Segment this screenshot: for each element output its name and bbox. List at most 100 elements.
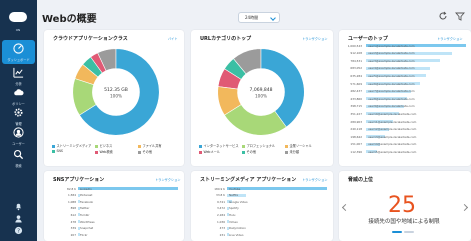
row-label[interactable]: user13@example.zscalerbeta.com (368, 135, 416, 139)
page-title: Webの概要 (42, 14, 97, 25)
row-value: 82.8 K (67, 186, 76, 191)
row-label[interactable]: Dailymotion (229, 226, 246, 230)
card-title: 脅威の上位 (348, 177, 374, 183)
legend-item[interactable]: Web検索 (95, 149, 113, 154)
row-value: 912,108 (350, 51, 362, 56)
row-label[interactable]: Facebook (80, 200, 93, 204)
row-label[interactable]: YouTube (229, 187, 240, 191)
card-streaming-apps: ストリーミングメディア アプリケーション トランザクション 180.9 K You… (191, 171, 333, 241)
row-label[interactable]: Live Video (229, 233, 243, 237)
users-icon (13, 127, 24, 138)
row-value: 612 (70, 212, 76, 217)
row-value: 2,184 (216, 212, 225, 217)
row-label[interactable]: Hulu (229, 213, 235, 217)
url-category-donut-chart: 7,069,848 100% (217, 48, 305, 136)
card-sns-apps: SNSアプリケーション トランザクション 82.8 K LinkedIn 1,584… (44, 171, 184, 241)
legend-item[interactable]: その他 (242, 149, 256, 154)
legend-item[interactable]: インターネットサービス (199, 143, 239, 148)
row-label[interactable]: Vimeo (229, 220, 238, 224)
metric-selector[interactable]: トランザクション (302, 36, 328, 41)
legend-label: Web検索 (99, 150, 113, 154)
row-label[interactable]: user12@example.zscalerbeta.com (368, 127, 416, 131)
legend-swatch (285, 150, 288, 154)
metric-selector[interactable]: バイト (168, 36, 178, 41)
legend-item[interactable]: 未分類 (285, 149, 299, 154)
row-value: 398,715 (350, 104, 362, 109)
row-value: 112,396 (350, 149, 362, 154)
sidebar-item-users[interactable]: ユーザー (2, 124, 35, 148)
row-label[interactable]: user5@example.zscalerbeta.com (368, 74, 415, 78)
row-label[interactable]: user6@example.zscalerbeta.com (368, 82, 415, 86)
row-label[interactable]: Spotify (229, 206, 239, 210)
row-label[interactable]: Snapchat (80, 226, 93, 230)
legend-item[interactable]: 企業ソーシャル (285, 143, 312, 148)
row-bar[interactable] (78, 187, 178, 190)
card-title: ストリーミングメディア アプリケーション (200, 177, 297, 183)
card-title: クラウドアプリケーションクラス (53, 36, 128, 42)
legend-item[interactable]: SNS (52, 149, 63, 153)
sidebar-item-dashboard[interactable]: ダッシュボード (2, 40, 35, 64)
row-label[interactable]: user14@example.zscalerbeta.com (368, 142, 416, 146)
metric-selector[interactable]: トランザクション (155, 177, 181, 182)
row-label[interactable]: Tumblr (80, 213, 89, 217)
dashboard-icon (13, 43, 24, 54)
row-label[interactable]: user10@example.zscalerbeta.com (368, 112, 416, 116)
card-top-users: ユーザーのトップ トランザクション 1,060,543 user1@example… (339, 30, 471, 166)
legend-item[interactable]: プロフェッショナル (242, 143, 275, 148)
card-title: SNSアプリケーション (53, 177, 105, 183)
row-label[interactable]: user7@example.zscalerbeta.com (368, 89, 415, 93)
legend-swatch (138, 150, 141, 154)
logo-label: ON (15, 28, 21, 32)
row-label[interactable]: WordPress (80, 220, 95, 224)
sidebar-item-label: 検索 (15, 164, 22, 168)
row-value: 898 (70, 206, 76, 211)
metric-selector[interactable]: トランザクション (437, 36, 463, 41)
carousel-indicator-active[interactable] (392, 231, 402, 233)
row-label[interactable]: Netflix (229, 193, 238, 197)
legend-item[interactable]: その他 (138, 149, 152, 154)
row-label[interactable]: LinkedIn (80, 187, 92, 191)
metric-selector[interactable]: トランザクション (302, 177, 328, 182)
row-label[interactable]: user1@example.zscalerbeta.com (368, 44, 415, 48)
card-title: URLカテゴリのトップ (200, 36, 252, 42)
row-label[interactable]: user8@example.zscalerbeta.com (368, 97, 415, 101)
legend-label: ビジネス (99, 144, 113, 148)
legend-label: Webメール (203, 150, 221, 154)
help-icon[interactable]: ? (14, 226, 23, 235)
row-value: 683,052 (350, 66, 362, 71)
row-value: 9,741 (216, 199, 225, 204)
user-icon[interactable] (14, 214, 23, 223)
legend-label: インターネットサービス (203, 144, 239, 148)
row-label[interactable]: user9@example.zscalerbeta.com (368, 104, 415, 108)
row-bar[interactable] (227, 187, 327, 190)
row-value: 478 (70, 219, 76, 224)
row-value: 339 (70, 226, 76, 231)
legend-item[interactable]: Webメール (199, 149, 220, 154)
row-label[interactable]: Google Video (229, 200, 248, 204)
legend-swatch (95, 144, 98, 148)
date-range-dropdown[interactable]: 24時間 (238, 12, 280, 23)
row-label[interactable]: user11@example.zscalerbeta.com (368, 120, 416, 124)
legend-item[interactable]: ストリーミングメディア (52, 143, 91, 148)
carousel-indicator[interactable] (404, 231, 414, 233)
row-label[interactable]: Flickr (80, 233, 87, 237)
row-value: 1,060,543 (347, 43, 362, 48)
legend-swatch (199, 150, 202, 154)
sidebar-item-search[interactable]: 検索 (2, 146, 35, 170)
app-logo[interactable]: ON (6, 6, 30, 36)
filter-icon[interactable] (455, 11, 465, 21)
row-label[interactable]: user2@example.zscalerbeta.com (368, 51, 415, 55)
row-label[interactable]: Pinterest (80, 193, 92, 197)
legend-label: その他 (246, 150, 257, 154)
row-label[interactable]: user15@example.zscalerbeta.com (368, 150, 416, 154)
refresh-icon[interactable] (438, 11, 448, 21)
legend-item[interactable]: ビジネス (95, 143, 112, 148)
row-value: 571,609 (350, 81, 362, 86)
row-label[interactable]: Twitter (80, 206, 89, 210)
row-label[interactable]: user3@example.zscalerbeta.com (368, 59, 415, 63)
legend-item[interactable]: ファイル共有 (138, 143, 162, 148)
legend-swatch (52, 144, 55, 148)
bell-icon[interactable] (14, 202, 23, 211)
row-label[interactable]: user4@example.zscalerbeta.com (368, 66, 415, 70)
sidebar: ON ダッシュボード 分析 ポリシー 管理 ユーザー 検索 ? (0, 0, 37, 241)
